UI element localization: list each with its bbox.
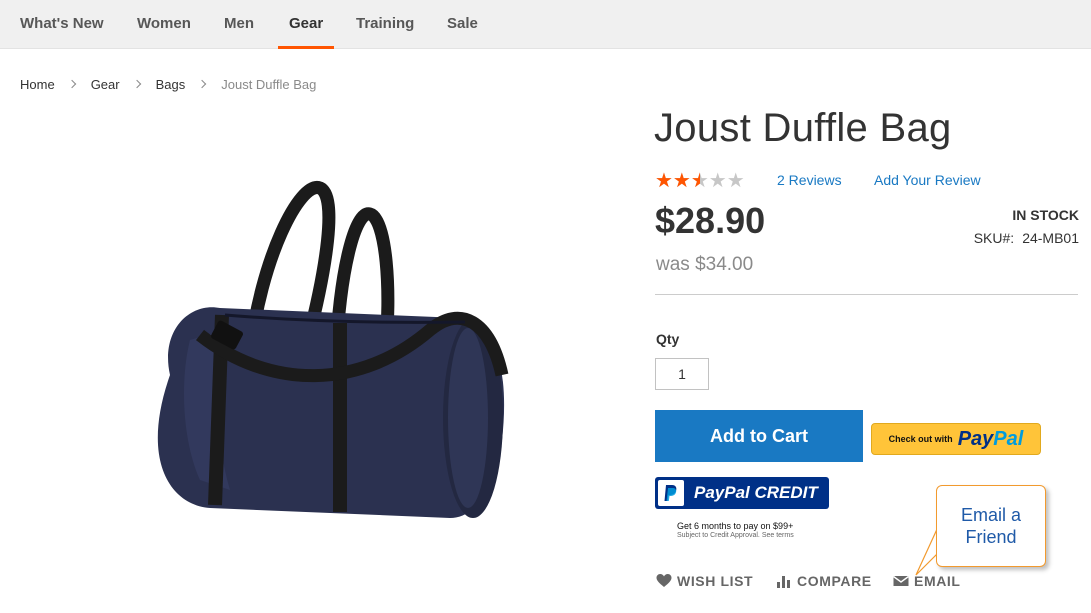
paypal-logo: PayPal — [958, 428, 1024, 451]
credit-terms-main: Get 6 months to pay on $99+ — [677, 521, 794, 531]
chevron-right-icon — [132, 79, 141, 89]
divider — [655, 294, 1078, 295]
paypal-pay: Pay — [957, 427, 994, 450]
breadcrumb-current: Joust Duffle Bag — [221, 76, 317, 92]
sku-label: SKU#: — [973, 230, 1015, 246]
product-image[interactable] — [130, 140, 520, 540]
product-price: $28.90 — [655, 200, 766, 241]
old-price: was $34.00 — [656, 254, 754, 275]
bar-chart-icon — [776, 573, 792, 589]
rating-stars: ★★★★★ ★★★★★ — [655, 170, 745, 190]
stock-status: IN STOCK — [1012, 207, 1079, 223]
breadcrumb-gear[interactable]: Gear — [91, 77, 120, 92]
heart-icon — [656, 573, 672, 589]
chevron-right-icon — [67, 79, 76, 89]
add-to-cart-button[interactable]: Add to Cart — [655, 410, 863, 462]
nav-item-gear[interactable]: Gear — [277, 0, 335, 49]
top-navigation: What's New Women Men Gear Training Sale — [0, 0, 1091, 49]
paypal-p-icon — [658, 480, 684, 506]
paypal-credit-button[interactable]: PayPal CREDIT — [655, 477, 829, 509]
nav-item-men[interactable]: Men — [224, 0, 254, 49]
credit-terms[interactable]: Get 6 months to pay on $99+ Subject to C… — [677, 521, 794, 540]
duffle-bag-image — [157, 181, 509, 518]
callout-text: Email a Friend — [946, 504, 1036, 548]
reviews-link[interactable]: 2 Reviews — [777, 172, 842, 188]
breadcrumb: Home Gear Bags Joust Duffle Bag — [20, 74, 316, 94]
add-review-link[interactable]: Add Your Review — [874, 172, 981, 188]
rating-filled-stars: ★★★★★ — [655, 170, 700, 190]
credit-terms-sub: Subject to Credit Approval. See terms — [677, 532, 794, 539]
wish-list-link[interactable]: WISH LIST — [656, 572, 753, 590]
wish-list-label: WISH LIST — [677, 573, 754, 589]
qty-input[interactable] — [655, 358, 709, 390]
breadcrumb-bags[interactable]: Bags — [156, 77, 186, 92]
qty-label: Qty — [656, 331, 680, 347]
sku-value: 24-MB01 — [1022, 230, 1079, 246]
paypal-checkout-button[interactable]: Check out with PayPal — [871, 423, 1041, 455]
compare-label: COMPARE — [797, 573, 872, 589]
callout-line-2: Friend — [965, 527, 1017, 547]
nav-item-whats-new[interactable]: What's New — [20, 0, 104, 49]
email-friend-callout: Email a Friend — [936, 485, 1046, 567]
envelope-icon — [893, 573, 909, 589]
sku: SKU#: 24-MB01 — [974, 230, 1079, 246]
chevron-right-icon — [197, 79, 207, 89]
callout-line-1: Email a — [960, 505, 1022, 525]
nav-item-women[interactable]: Women — [137, 0, 191, 49]
paypal-pal: Pal — [993, 427, 1024, 450]
compare-link[interactable]: COMPARE — [776, 572, 872, 590]
product-title: Joust Duffle Bag — [654, 106, 952, 150]
breadcrumb-home[interactable]: Home — [20, 77, 55, 92]
paypal-checkout-prefix: Check out with — [888, 434, 953, 444]
paypal-credit-label: PayPal CREDIT — [694, 483, 818, 502]
nav-item-training[interactable]: Training — [356, 0, 414, 49]
nav-item-sale[interactable]: Sale — [447, 0, 478, 49]
